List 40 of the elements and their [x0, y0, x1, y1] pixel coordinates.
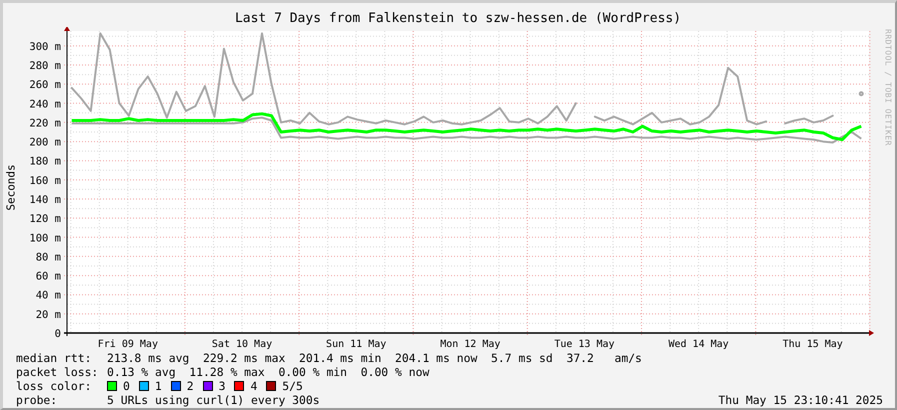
x-tick-label: Fri 09 May	[98, 339, 158, 349]
y-tick-label: 40 m	[36, 290, 61, 302]
y-tick-label: 20 m	[36, 308, 61, 321]
x-tick-label: Sun 11 May	[326, 339, 386, 349]
y-tick-label: 140 m	[29, 194, 61, 206]
rrdtool-credit: RRDTOOL / TOBI OETIKER	[884, 29, 892, 146]
x-tick-label: Thu 15 May	[782, 339, 843, 349]
loss-color-label: 5/5	[282, 379, 303, 393]
y-tick-label: 160 m	[29, 174, 61, 187]
y-tick-label: 300 m	[29, 40, 61, 53]
y-tick-label: 200 m	[29, 136, 61, 149]
legend-label: loss color:	[16, 379, 92, 393]
loss-color-label: 3	[218, 379, 226, 393]
x-tick-label: Mon 12 May	[440, 339, 500, 349]
y-axis-label: Seconds	[5, 164, 18, 210]
y-tick-label: 220 m	[29, 117, 61, 130]
y-tick-label: 260 m	[29, 79, 61, 92]
y-tick-label: 100 m	[29, 232, 61, 244]
loss-color-label: 2	[186, 379, 194, 393]
y-tick-label: 180 m	[29, 156, 61, 168]
y-tick-label: 80 m	[36, 251, 61, 264]
graph-title: Last 7 Days from Falkenstein to szw-hessen.de (WordPress)	[234, 11, 682, 27]
loss-color-label: 4	[250, 379, 258, 393]
y-tick-label: 120 m	[29, 213, 61, 226]
timestamp: Thu May 15 23:10:41 2025	[718, 393, 883, 407]
y-tick-label: 240 m	[29, 98, 61, 110]
x-tick-label: Sat 10 May	[212, 339, 272, 349]
legend-label: probe:	[16, 393, 58, 407]
loss-color-label: 1	[154, 379, 162, 393]
y-tick-label: 280 m	[29, 60, 61, 72]
legend-values: 213.8 ms avg 229.2 ms max 201.4 ms min 204.1 ms now 5.7 ms sd 37.2 am/s	[107, 351, 642, 365]
y-tick-label: 0	[54, 328, 61, 340]
x-tick-label: Tue 13 May	[554, 339, 615, 349]
y-tick-label: 60 m	[36, 270, 61, 283]
legend-label: median rtt:	[16, 351, 92, 365]
legend-label: packet loss:	[16, 365, 100, 379]
legend-values: 0.13 % avg 11.28 % max 0.00 % min 0.00 % now	[107, 365, 430, 379]
x-tick-label: Wed 14 May	[668, 339, 729, 349]
probe-description: 5 URLs using curl(1) every 300s	[107, 393, 320, 407]
loss-color-label: 0	[123, 379, 130, 393]
